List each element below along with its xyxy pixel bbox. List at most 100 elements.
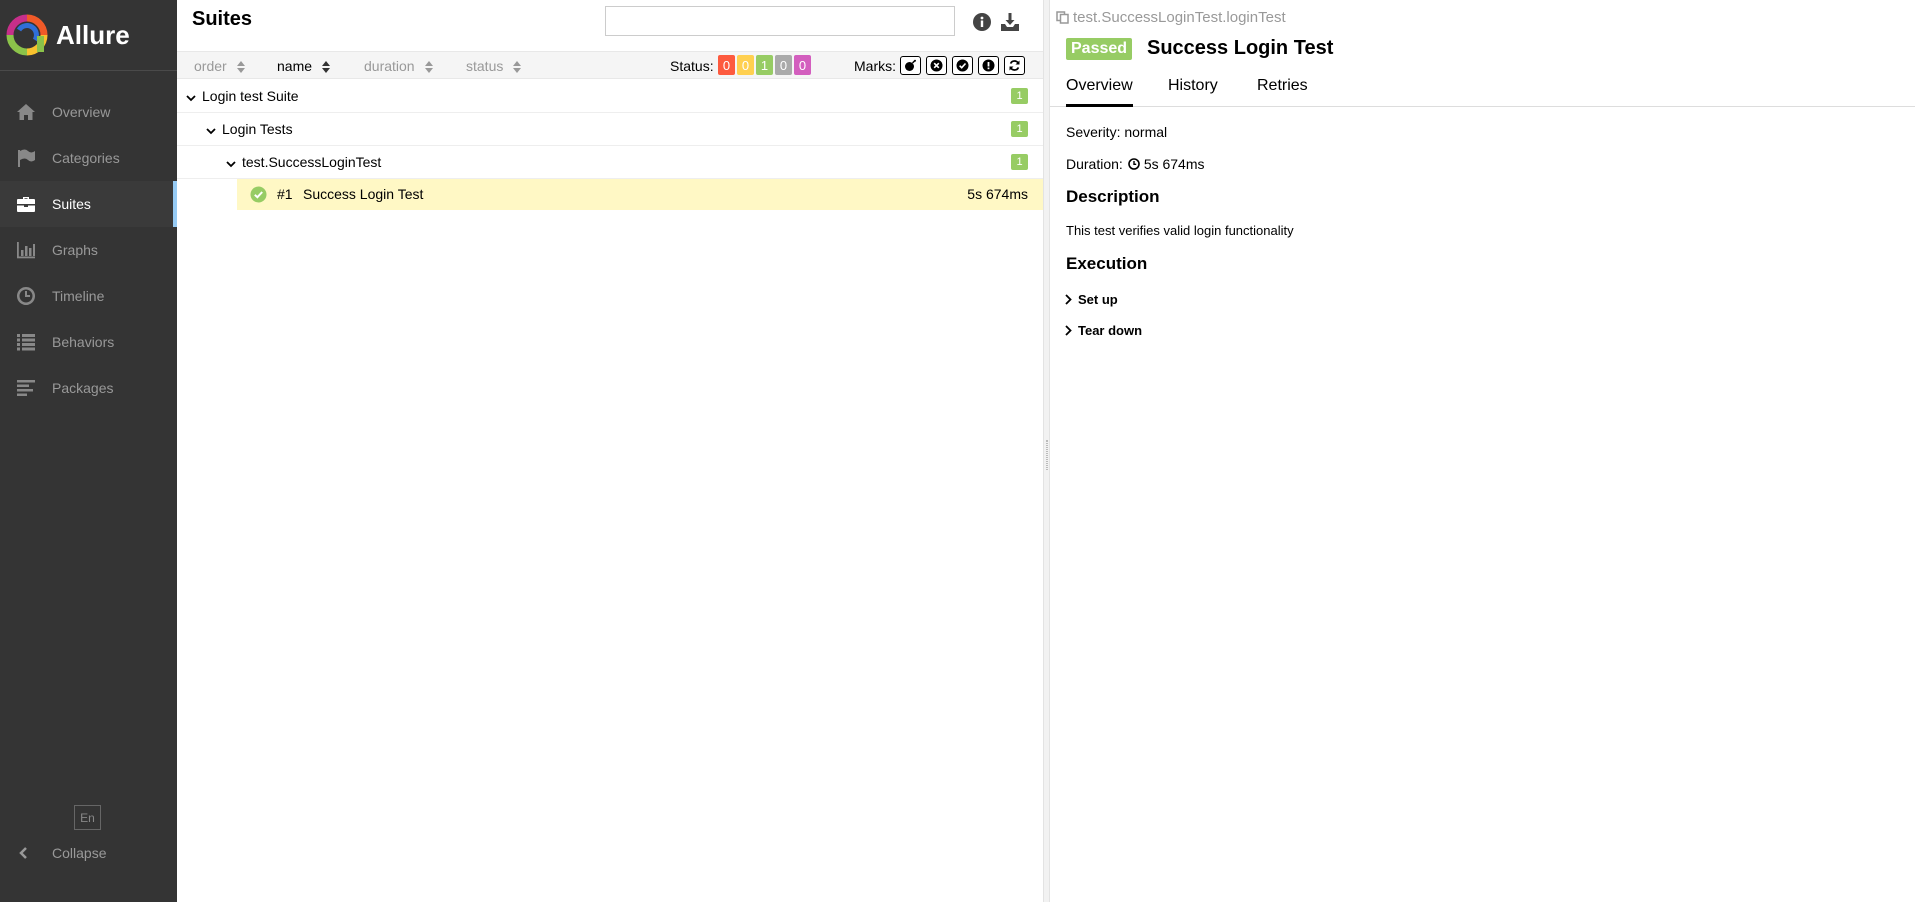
mark-new-broken-button[interactable] (978, 56, 999, 75)
tab-history[interactable]: History (1168, 77, 1218, 104)
duration-info: Duration: 5s 674ms (1066, 156, 1205, 172)
sort-duration-label: duration (364, 58, 415, 74)
sort-icon (236, 60, 245, 73)
sidebar-item-categories[interactable]: Categories (0, 135, 177, 181)
suites-panel: Suites order name duration status Status… (177, 0, 1043, 902)
suites-tree: Login test Suite 1 Login Tests 1 test.Su… (177, 80, 1043, 210)
search-input[interactable] (605, 6, 955, 36)
sort-bar: order name duration status Status: 0 0 1… (177, 51, 1043, 79)
status-count-skipped[interactable]: 0 (775, 55, 792, 75)
sort-duration[interactable]: duration (364, 58, 433, 74)
collapse-button[interactable]: Collapse (18, 845, 106, 861)
sidebar-item-overview[interactable]: Overview (0, 89, 177, 135)
sidebar-item-label: Behaviors (52, 334, 115, 350)
sidebar-item-label: Graphs (52, 242, 98, 258)
test-detail-panel: test.SuccessLoginTest.loginTest Passed S… (1050, 0, 1915, 902)
sidebar: Allure Overview Categories Suites Graphs… (0, 0, 177, 902)
sidebar-item-graphs[interactable]: Graphs (0, 227, 177, 273)
sidebar-item-timeline[interactable]: Timeline (0, 273, 177, 319)
collapse-label: Collapse (52, 845, 107, 861)
tree-node-class[interactable]: test.SuccessLoginTest 1 (177, 146, 1043, 179)
sidebar-item-label: Packages (52, 380, 114, 396)
execution-heading: Execution (1066, 254, 1148, 273)
status-filter-label: Status: (670, 58, 714, 74)
sort-status-label: status (466, 58, 504, 74)
tab-overview[interactable]: Overview (1066, 77, 1133, 107)
test-case-row[interactable]: #1 Success Login Test 5s 674ms (237, 179, 1043, 210)
detail-tabs: Overview History Retries (1050, 72, 1915, 107)
status-count-passed[interactable]: 1 (756, 55, 773, 75)
splitter-grip[interactable] (1046, 440, 1048, 470)
list-icon (15, 331, 37, 353)
status-count-unknown[interactable]: 0 (794, 55, 811, 75)
sort-order-label: order (194, 58, 227, 74)
info-icon[interactable] (972, 12, 992, 32)
panel-splitter[interactable] (1043, 0, 1050, 902)
duration-value: 5s 674ms (1143, 156, 1205, 172)
sidebar-item-label: Overview (52, 104, 111, 120)
sidebar-item-suites[interactable]: Suites (0, 181, 177, 227)
test-fullname[interactable]: test.SuccessLoginTest.loginTest (1056, 9, 1286, 26)
tree-node-label: test.SuccessLoginTest (242, 154, 382, 170)
sort-order[interactable]: order (194, 58, 245, 74)
sidebar-item-packages[interactable]: Packages (0, 365, 177, 411)
chevron-down-icon (226, 157, 236, 168)
sort-status[interactable]: status (466, 58, 522, 74)
chevron-down-icon (186, 91, 196, 102)
passed-count-badge: 1 (1011, 154, 1028, 170)
sort-icon (513, 60, 522, 73)
test-name: Success Login Test (303, 186, 424, 202)
chevron-left-icon (19, 847, 27, 859)
test-fullname-text: test.SuccessLoginTest.loginTest (1073, 9, 1286, 26)
chevron-right-icon (1065, 325, 1072, 336)
tree-node-label: Login test Suite (202, 88, 299, 104)
home-icon (15, 101, 37, 123)
sort-name-label: name (277, 58, 313, 74)
teardown-section[interactable]: Tear down (1064, 323, 1142, 338)
setup-section[interactable]: Set up (1064, 292, 1118, 307)
brand[interactable]: Allure (0, 0, 177, 71)
setup-label: Set up (1078, 292, 1118, 307)
tree-node-suite[interactable]: Login test Suite 1 (177, 80, 1043, 113)
test-number: #1 (277, 186, 293, 202)
copy-icon (1056, 11, 1069, 24)
marks-filter-label: Marks: (854, 58, 896, 74)
sidebar-item-label: Categories (52, 150, 120, 166)
language-selector[interactable]: En (74, 805, 101, 830)
times-circle-icon (930, 59, 943, 72)
sidebar-item-behaviors[interactable]: Behaviors (0, 319, 177, 365)
test-duration: 5s 674ms (967, 186, 1028, 202)
status-count-broken[interactable]: 0 (737, 55, 754, 75)
sort-name[interactable]: name (277, 58, 331, 74)
clock-icon (15, 285, 37, 307)
tree-node-group[interactable]: Login Tests 1 (177, 113, 1043, 146)
test-title: Success Login Test (1147, 37, 1334, 59)
severity-info: Severity: normal (1066, 124, 1168, 140)
duration-label: Duration: (1066, 156, 1123, 172)
tab-retries[interactable]: Retries (1257, 77, 1308, 104)
check-circle-icon (250, 186, 267, 203)
description-text: This test verifies valid login functiona… (1066, 223, 1294, 238)
exclamation-circle-icon (982, 59, 995, 72)
check-circle-icon (956, 59, 969, 72)
suites-header: Suites (177, 0, 1043, 50)
status-badge: Passed (1066, 38, 1133, 60)
teardown-label: Tear down (1078, 323, 1143, 338)
mark-new-failed-button[interactable] (926, 56, 947, 75)
refresh-icon (1009, 60, 1020, 71)
chevron-right-icon (1065, 294, 1072, 305)
passed-count-badge: 1 (1011, 88, 1028, 104)
description-heading: Description (1066, 187, 1160, 206)
status-count-failed[interactable]: 0 (718, 55, 735, 75)
allure-logo (6, 14, 48, 56)
sidebar-item-label: Timeline (52, 288, 105, 304)
mark-retries-button[interactable] (1004, 56, 1025, 75)
briefcase-icon (15, 193, 37, 215)
mark-flaky-button[interactable] (900, 56, 921, 75)
download-icon[interactable] (1000, 12, 1020, 32)
mark-new-passed-button[interactable] (952, 56, 973, 75)
passed-count-badge: 1 (1011, 121, 1028, 137)
sidebar-item-label: Suites (52, 196, 91, 212)
bomb-icon (905, 59, 916, 71)
clock-icon (1128, 158, 1140, 170)
